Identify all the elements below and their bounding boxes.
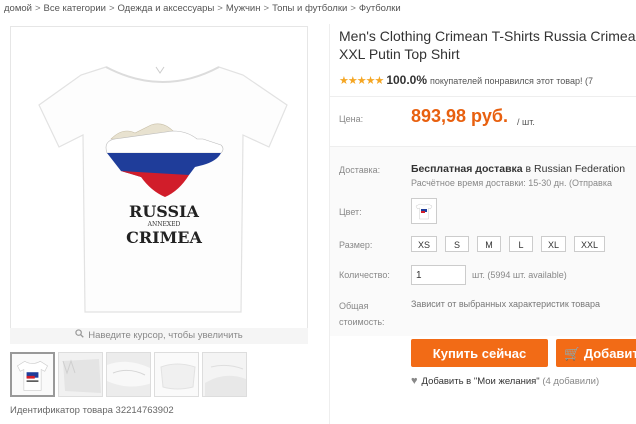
total-label: Общая стоимость: [339,298,385,330]
wishlist-count: (4 добавили) [542,376,600,387]
size-xxl-button[interactable]: XXL [574,236,606,252]
size-s-button[interactable]: S [445,236,470,252]
breadcrumb-tops[interactable]: Топы и футболки [272,3,347,14]
rating-text[interactable]: покупателей понравился этот товар! (7 [430,76,593,86]
wishlist-row[interactable]: ♥ Добавить в "Мои желания" (4 добавили) [411,375,599,387]
magnifier-icon [75,328,84,344]
total-label-line1: Общая [339,301,369,311]
breadcrumb-clothing[interactable]: Одежда и аксессуары [118,3,215,14]
size-options: XS S M L XL XXL [411,236,606,252]
size-m-button[interactable]: M [477,236,502,252]
breadcrumb-separator: > [350,3,356,14]
price-label: Цена: [339,114,364,124]
shirt-print-line3: CRIMEA [126,228,202,247]
shipping-destination[interactable]: в Russian Federation [526,163,626,175]
main-product-image[interactable]: RUSSIA ANNEXED CRIMEA [10,26,308,344]
color-swatch-white[interactable] [411,198,437,224]
price-unit: / шт. [517,117,535,127]
breadcrumb-men[interactable]: Мужчин [226,3,261,14]
color-label: Цвет: [339,207,362,217]
quantity-label: Количество: [339,270,390,280]
shipping-free: Бесплатная доставка [411,163,523,175]
zoom-hint: Наведите курсор, чтобы увеличить [10,328,308,344]
breadcrumb-separator: > [34,3,41,14]
shirt-print-line1: RUSSIA [129,202,199,221]
thumbnail-strip [10,352,247,397]
breadcrumb-separator: > [263,3,270,14]
rating-value: 100.0% [386,73,428,87]
rating-stars-icon: ★★★★★ [339,75,384,87]
rating-row: ★★★★★ 100.0% покупателей понравился этот т… [339,73,636,87]
breadcrumb: домой > Все категории > Одежда и аксессуары >… [4,3,634,14]
thumbnail-2[interactable] [58,352,103,397]
size-l-button[interactable]: L [509,236,534,252]
product-title-line2: XXL Putin Top Shirt [339,46,460,62]
total-label-line2: стоимость: [339,317,385,327]
product-id: Идентификатор товара 32214763902 [10,405,174,416]
wishlist-link[interactable]: Добавить в "Мои желания" [422,376,540,387]
quantity-input[interactable] [411,265,466,285]
quantity-available: шт. (5994 шт. available) [472,270,567,280]
heart-icon: ♥ [411,375,418,387]
add-to-cart-label: Добавить в корзину [583,346,636,361]
breadcrumb-all-categories[interactable]: Все категории [44,3,106,14]
product-title-line1: Men's Clothing Crimean T-Shirts Russia C… [339,28,636,44]
size-xs-button[interactable]: XS [411,236,438,252]
thumbnail-4[interactable] [154,352,199,397]
thumbnail-3[interactable] [106,352,151,397]
thumbnail-5[interactable] [202,352,247,397]
breadcrumb-separator: > [108,3,115,14]
thumbnail-1[interactable] [10,352,55,397]
product-title: Men's Clothing Crimean T-Shirts Russia C… [339,27,636,63]
shipping-info: Бесплатная доставка в Russian Federation [411,163,625,175]
buy-now-button[interactable]: Купить сейчас [411,339,548,367]
cart-icon: 🛒 [564,346,581,361]
shipping-label: Доставка: [339,165,381,175]
divider [330,146,636,147]
breadcrumb-tshirts[interactable]: Футболки [359,3,401,14]
shirt-print-line2: ANNEXED [147,221,181,228]
tshirt-image: RUSSIA ANNEXED CRIMEA [38,66,288,313]
shipping-time: Расчётное время доставки: 15-30 дн. (Отп… [411,178,612,188]
breadcrumb-separator: > [217,3,223,14]
breadcrumb-home[interactable]: домой [4,3,32,14]
total-price-note: Зависит от выбранных характеристик товар… [411,299,600,309]
size-xl-button[interactable]: XL [541,236,567,252]
divider [330,96,636,97]
add-to-cart-button[interactable]: 🛒 Добавить в корзину [556,339,636,367]
zoom-hint-text: Наведите курсор, чтобы увеличить [88,330,243,341]
size-label: Размер: [339,240,373,250]
price-value: 893,98 руб. [411,106,508,126]
